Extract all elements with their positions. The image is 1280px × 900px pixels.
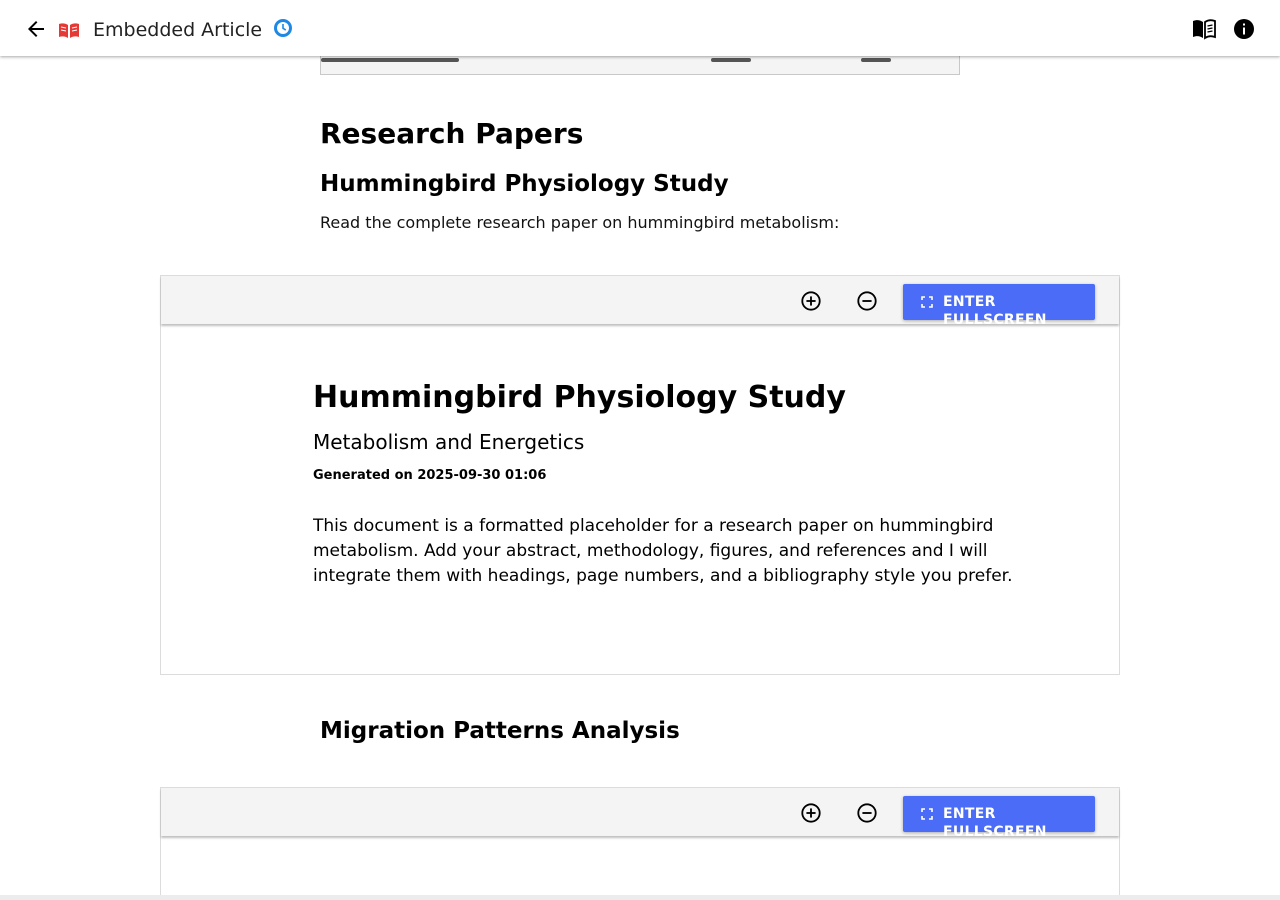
info-icon[interactable] bbox=[1232, 17, 1256, 41]
clock-sync-icon bbox=[274, 19, 292, 37]
zoom-out-icon[interactable] bbox=[856, 802, 878, 824]
reader-mode-icon[interactable] bbox=[1191, 17, 1217, 41]
zoom-in-icon[interactable] bbox=[800, 802, 822, 824]
document-generated-date: Generated on 2025-09-30 01:06 bbox=[313, 468, 547, 483]
paper-heading-migration: Migration Patterns Analysis bbox=[320, 718, 680, 744]
document-body-line: metabolism. Add your abstract, methodolo… bbox=[313, 541, 988, 561]
bottom-edge bbox=[0, 895, 1280, 900]
fullscreen-label: ENTER FULLSCREEN bbox=[943, 806, 1047, 840]
fullscreen-icon bbox=[921, 296, 933, 308]
paper-heading-hummingbird: Hummingbird Physiology Study bbox=[320, 171, 729, 197]
enter-fullscreen-button[interactable]: ENTER FULLSCREEN bbox=[903, 796, 1095, 840]
document-body-line: This document is a formatted placeholder… bbox=[313, 516, 994, 536]
app-title: Embedded Article bbox=[93, 19, 263, 41]
paper-intro-text: Read the complete research paper on humm… bbox=[320, 213, 840, 232]
back-arrow-icon[interactable] bbox=[24, 17, 48, 41]
app-bar: Embedded Article bbox=[0, 0, 1280, 56]
fullscreen-icon bbox=[921, 808, 933, 820]
section-heading: Research Papers bbox=[320, 117, 584, 150]
document-body-line: integrate them with headings, page numbe… bbox=[313, 566, 1013, 586]
viewer-toolbar: ENTER FULLSCREEN bbox=[161, 788, 1119, 840]
pdf-viewer-migration: ENTER FULLSCREEN bbox=[160, 787, 1120, 895]
book-logo-icon bbox=[59, 23, 79, 38]
enter-fullscreen-button[interactable]: ENTER FULLSCREEN bbox=[903, 284, 1095, 328]
zoom-in-icon[interactable] bbox=[800, 290, 822, 312]
document-title: Hummingbird Physiology Study bbox=[313, 380, 846, 415]
document-body-text: This document is a formatted placeholder… bbox=[313, 514, 1023, 589]
document-page: Hummingbird Physiology Study Metabolism … bbox=[161, 324, 1119, 674]
viewer-toolbar: ENTER FULLSCREEN bbox=[161, 276, 1119, 328]
zoom-out-icon[interactable] bbox=[856, 290, 878, 312]
pdf-viewer-hummingbird: ENTER FULLSCREEN Hummingbird Physiology … bbox=[160, 275, 1120, 675]
article-content: Research Papers Hummingbird Physiology S… bbox=[0, 0, 1280, 895]
document-subtitle: Metabolism and Energetics bbox=[313, 430, 585, 454]
